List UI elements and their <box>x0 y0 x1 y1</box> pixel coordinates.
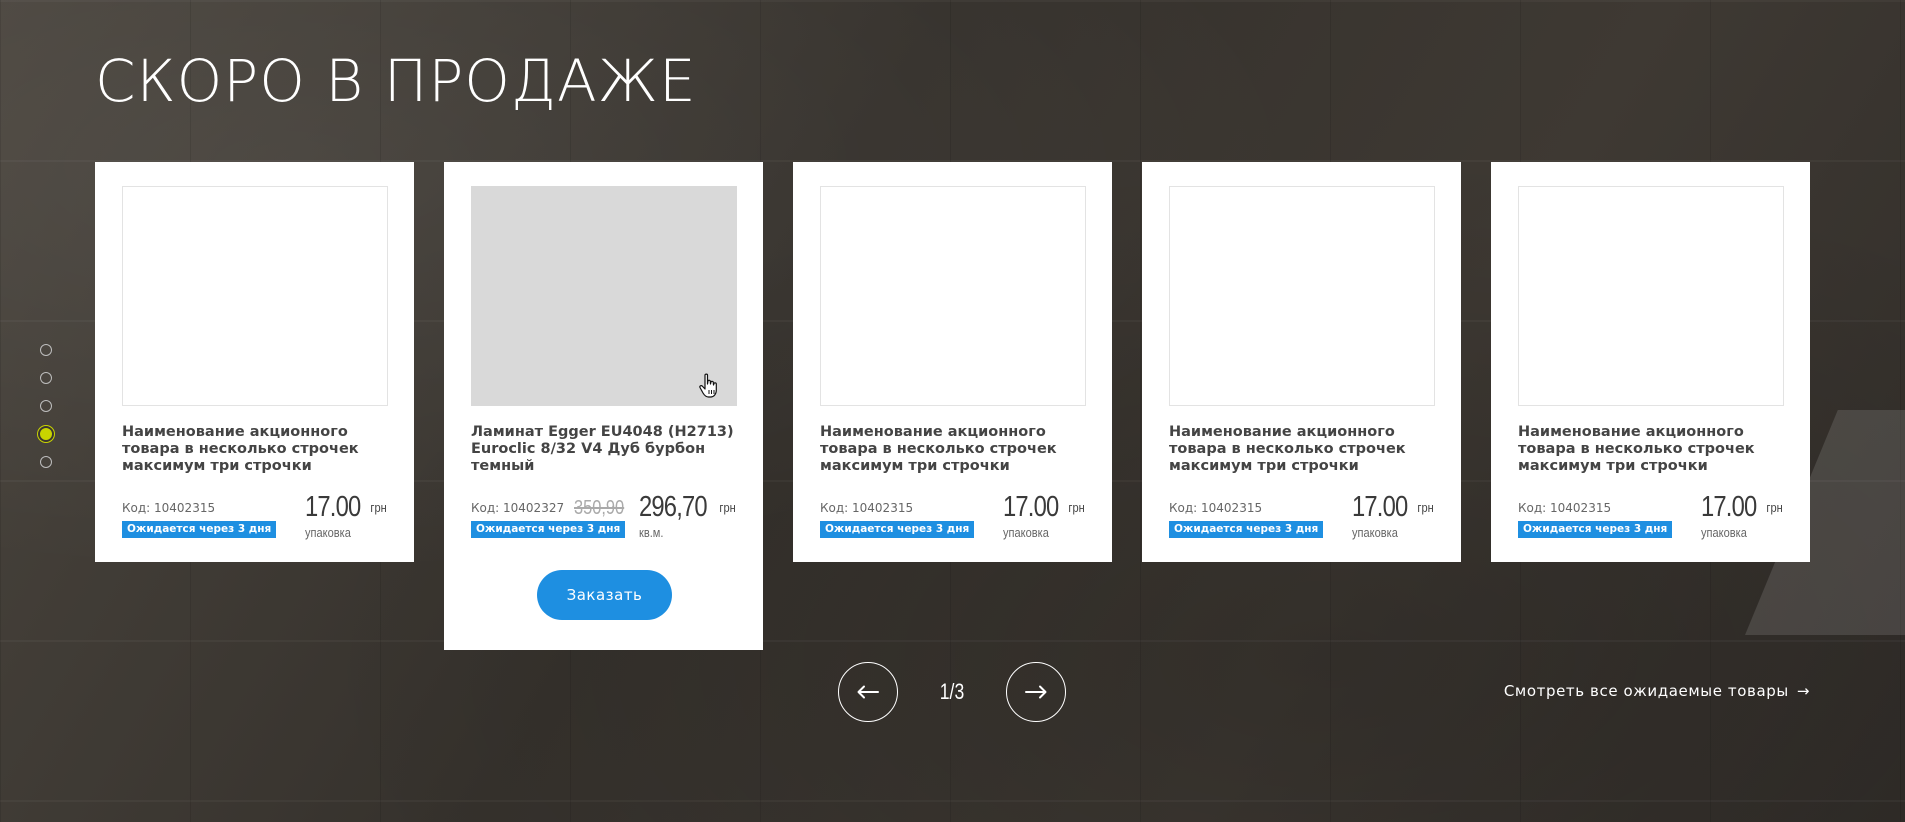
product-code: Код: 10402327 <box>471 501 565 515</box>
availability-badge: Ожидается через 3 дня <box>820 521 975 538</box>
product-card[interactable]: Наименование акционного товара в несколь… <box>1142 162 1461 562</box>
hand-cursor-icon <box>699 373 717 398</box>
price-value: 17.00 <box>1700 491 1757 523</box>
product-image[interactable] <box>471 186 737 406</box>
arrow-right-icon <box>1025 685 1047 699</box>
price-old: 350,90 <box>574 497 625 519</box>
price-currency: грн <box>370 500 387 515</box>
product-name[interactable]: Ламинат Egger EU4048 (H2713) Euroclic 8/… <box>471 424 737 475</box>
price-unit: кв.м. <box>638 525 664 540</box>
view-all-link[interactable]: Смотреть все ожидаемые товары → <box>1504 682 1810 700</box>
price-main: 17.00 грн упаковка <box>1003 491 1086 540</box>
price-unit: упаковка <box>1700 525 1747 540</box>
order-button[interactable]: Заказать <box>537 570 672 620</box>
price-currency: грн <box>719 500 736 515</box>
product-meta: Код: 10402315 Ожидается через 3 дня 17.0… <box>820 491 1086 547</box>
view-all-label: Смотреть все ожидаемые товары <box>1503 682 1789 700</box>
slider-dots <box>40 344 52 468</box>
slider-dot-2[interactable] <box>40 372 52 384</box>
product-code: Код: 10402315 <box>122 501 216 515</box>
product-price: 17.00 грн упаковка <box>305 491 388 540</box>
product-image[interactable] <box>820 186 1086 406</box>
product-name[interactable]: Наименование акционного товара в несколь… <box>1169 424 1435 475</box>
product-code: Код: 10402315 <box>1169 501 1263 515</box>
product-carousel: Наименование акционного товара в несколь… <box>95 162 1810 650</box>
availability-badge: Ожидается через 3 дня <box>122 521 277 538</box>
product-meta: Код: 10402315 Ожидается через 3 дня 17.0… <box>122 491 388 547</box>
price-main: 17.00 грн упаковка <box>305 491 388 540</box>
product-code: Код: 10402315 <box>820 501 914 515</box>
price-currency: грн <box>1766 500 1783 515</box>
page-indicator: 1/3 <box>939 679 965 704</box>
product-price: 17.00 грн упаковка <box>1701 491 1784 540</box>
price-value: 17.00 <box>304 491 361 523</box>
product-price: 17.00 грн упаковка <box>1003 491 1086 540</box>
product-code: Код: 10402315 <box>1518 501 1612 515</box>
page-title: СКОРО В ПРОДАЖЕ <box>95 47 697 115</box>
availability-badge: Ожидается через 3 дня <box>1518 521 1673 538</box>
price-main: 296,70 грн кв.м. <box>639 491 737 540</box>
product-price: 350,90 296,70 грн кв.м. <box>563 491 737 540</box>
slider-dot-3[interactable] <box>40 400 52 412</box>
product-meta: Код: 10402315 Ожидается через 3 дня 17.0… <box>1169 491 1435 547</box>
price-currency: грн <box>1417 500 1434 515</box>
price-main: 17.00 грн упаковка <box>1701 491 1784 540</box>
product-name[interactable]: Наименование акционного товара в несколь… <box>1518 424 1784 475</box>
next-button[interactable] <box>1006 662 1066 722</box>
product-card-hovered[interactable]: Ламинат Egger EU4048 (H2713) Euroclic 8/… <box>444 162 763 650</box>
price-unit: упаковка <box>1351 525 1398 540</box>
product-card[interactable]: Наименование акционного товара в несколь… <box>793 162 1112 562</box>
slider-dot-1[interactable] <box>40 344 52 356</box>
arrow-left-icon <box>857 685 879 699</box>
price-value: 17.00 <box>1351 491 1408 523</box>
product-card[interactable]: Наименование акционного товара в несколь… <box>95 162 414 562</box>
price-unit: упаковка <box>1002 525 1049 540</box>
price-unit: упаковка <box>304 525 351 540</box>
prev-button[interactable] <box>838 662 898 722</box>
product-meta: Код: 10402315 Ожидается через 3 дня 17.0… <box>1518 491 1784 547</box>
slider-dot-5[interactable] <box>40 456 52 468</box>
price-main: 17.00 грн упаковка <box>1352 491 1435 540</box>
product-image[interactable] <box>1169 186 1435 406</box>
product-name[interactable]: Наименование акционного товара в несколь… <box>122 424 388 475</box>
pagination: 1/3 <box>838 662 1066 722</box>
price-value: 17.00 <box>1002 491 1059 523</box>
price-currency: грн <box>1068 500 1085 515</box>
product-card[interactable]: Наименование акционного товара в несколь… <box>1491 162 1810 562</box>
price-value: 296,70 <box>638 491 708 523</box>
arrow-right-icon: → <box>1796 682 1810 700</box>
availability-badge: Ожидается через 3 дня <box>1169 521 1324 538</box>
product-meta: Код: 10402327 Ожидается через 3 дня 350,… <box>471 491 737 547</box>
product-name[interactable]: Наименование акционного товара в несколь… <box>820 424 1086 475</box>
product-image[interactable] <box>1518 186 1784 406</box>
product-image[interactable] <box>122 186 388 406</box>
product-price: 17.00 грн упаковка <box>1352 491 1435 540</box>
slider-dot-4[interactable] <box>40 428 52 440</box>
